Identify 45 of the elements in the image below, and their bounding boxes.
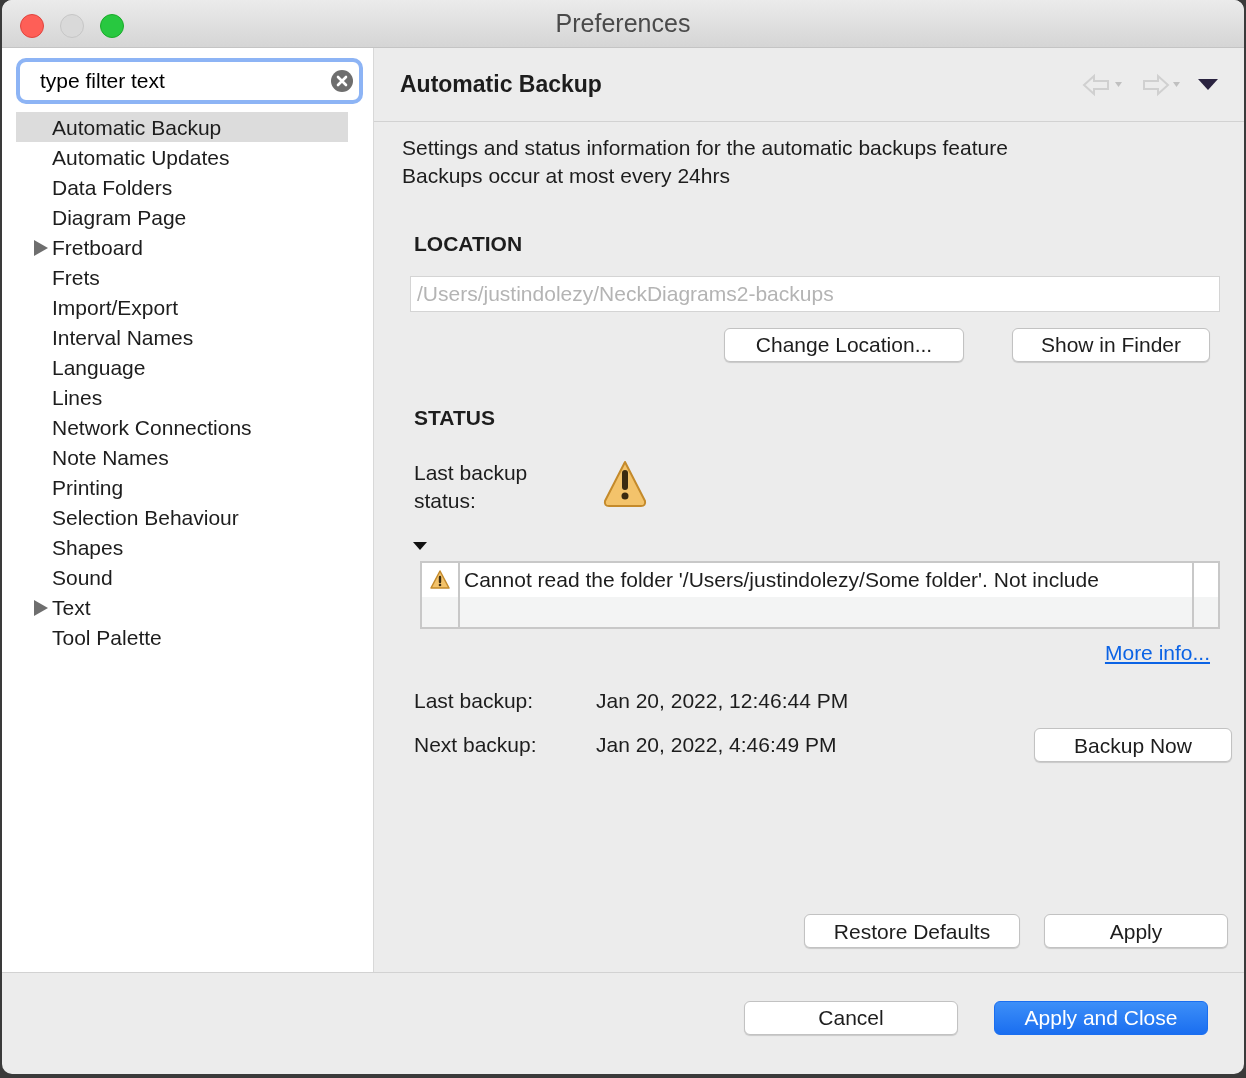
tree-item[interactable]: Sound [16, 562, 348, 592]
tree-item[interactable]: Text [16, 592, 348, 622]
tree-item[interactable]: Note Names [16, 442, 348, 472]
section-heading: STATUS [414, 404, 496, 431]
tree-item[interactable]: Import/Export [16, 292, 348, 322]
section-heading: LOCATION [414, 231, 524, 257]
page-title: Automatic Backup [400, 70, 603, 100]
field-value: Jan 20, 2022, 4:46:49 PM [596, 732, 838, 759]
tree-item[interactable]: Interval Names [16, 322, 348, 352]
tree-item[interactable]: Language [16, 352, 348, 382]
backup-now-button[interactable]: Backup Now [1034, 728, 1232, 762]
apply-and-close-button[interactable]: Apply and Close [994, 1000, 1208, 1035]
tree-item[interactable]: Printing [16, 472, 348, 502]
location-field: /Users/justindolezy/NeckDiagrams2-backups [410, 275, 1220, 312]
description-text: Backups occur at most every 24hrs [402, 163, 731, 189]
cancel-button[interactable]: Cancel [744, 1000, 958, 1035]
status-label: Last backup status: [414, 460, 529, 514]
description-text: Settings and status information for the automatic backups feature [402, 135, 1009, 161]
tree-item[interactable]: Automatic Updates [16, 142, 348, 172]
field-value: Jan 20, 2022, 12:46:44 PM [596, 687, 849, 714]
tree-item[interactable]: Lines [16, 382, 348, 412]
tree-item[interactable]: Automatic Backup [16, 112, 348, 142]
tree-item[interactable]: Network Connections [16, 412, 348, 442]
tree-item[interactable]: Fretboard [16, 232, 348, 262]
tree-item[interactable]: Frets [16, 262, 348, 292]
clear-icon[interactable] [331, 70, 353, 92]
expand-arrow-icon[interactable] [34, 600, 48, 616]
more-info-link[interactable]: More info... [1104, 637, 1210, 669]
window-title: Preferences [555, 7, 691, 39]
tree-item[interactable]: Diagram Page [16, 202, 348, 232]
warning-icon [602, 459, 648, 509]
field-label: Last backup: [414, 687, 535, 714]
filter-field[interactable]: type filter text [16, 58, 363, 104]
expand-arrow-icon[interactable] [34, 240, 48, 256]
tree-item[interactable]: Data Folders [16, 172, 348, 202]
restore-defaults-button[interactable]: Restore Defaults [804, 914, 1020, 948]
warning-icon [430, 570, 450, 590]
close-window-button[interactable] [20, 14, 44, 38]
tree-item[interactable]: Tool Palette [16, 622, 348, 652]
message-text: Cannot read the folder '/Users/justindolezy/Some folder'. Not include [464, 567, 1099, 594]
view-menu-icon[interactable] [1198, 78, 1218, 91]
field-label: Next backup: [414, 732, 538, 759]
apply-button[interactable]: Apply [1044, 914, 1228, 948]
tree-item[interactable]: Selection Behaviour [16, 502, 348, 532]
tree-item[interactable]: Shapes [16, 532, 348, 562]
